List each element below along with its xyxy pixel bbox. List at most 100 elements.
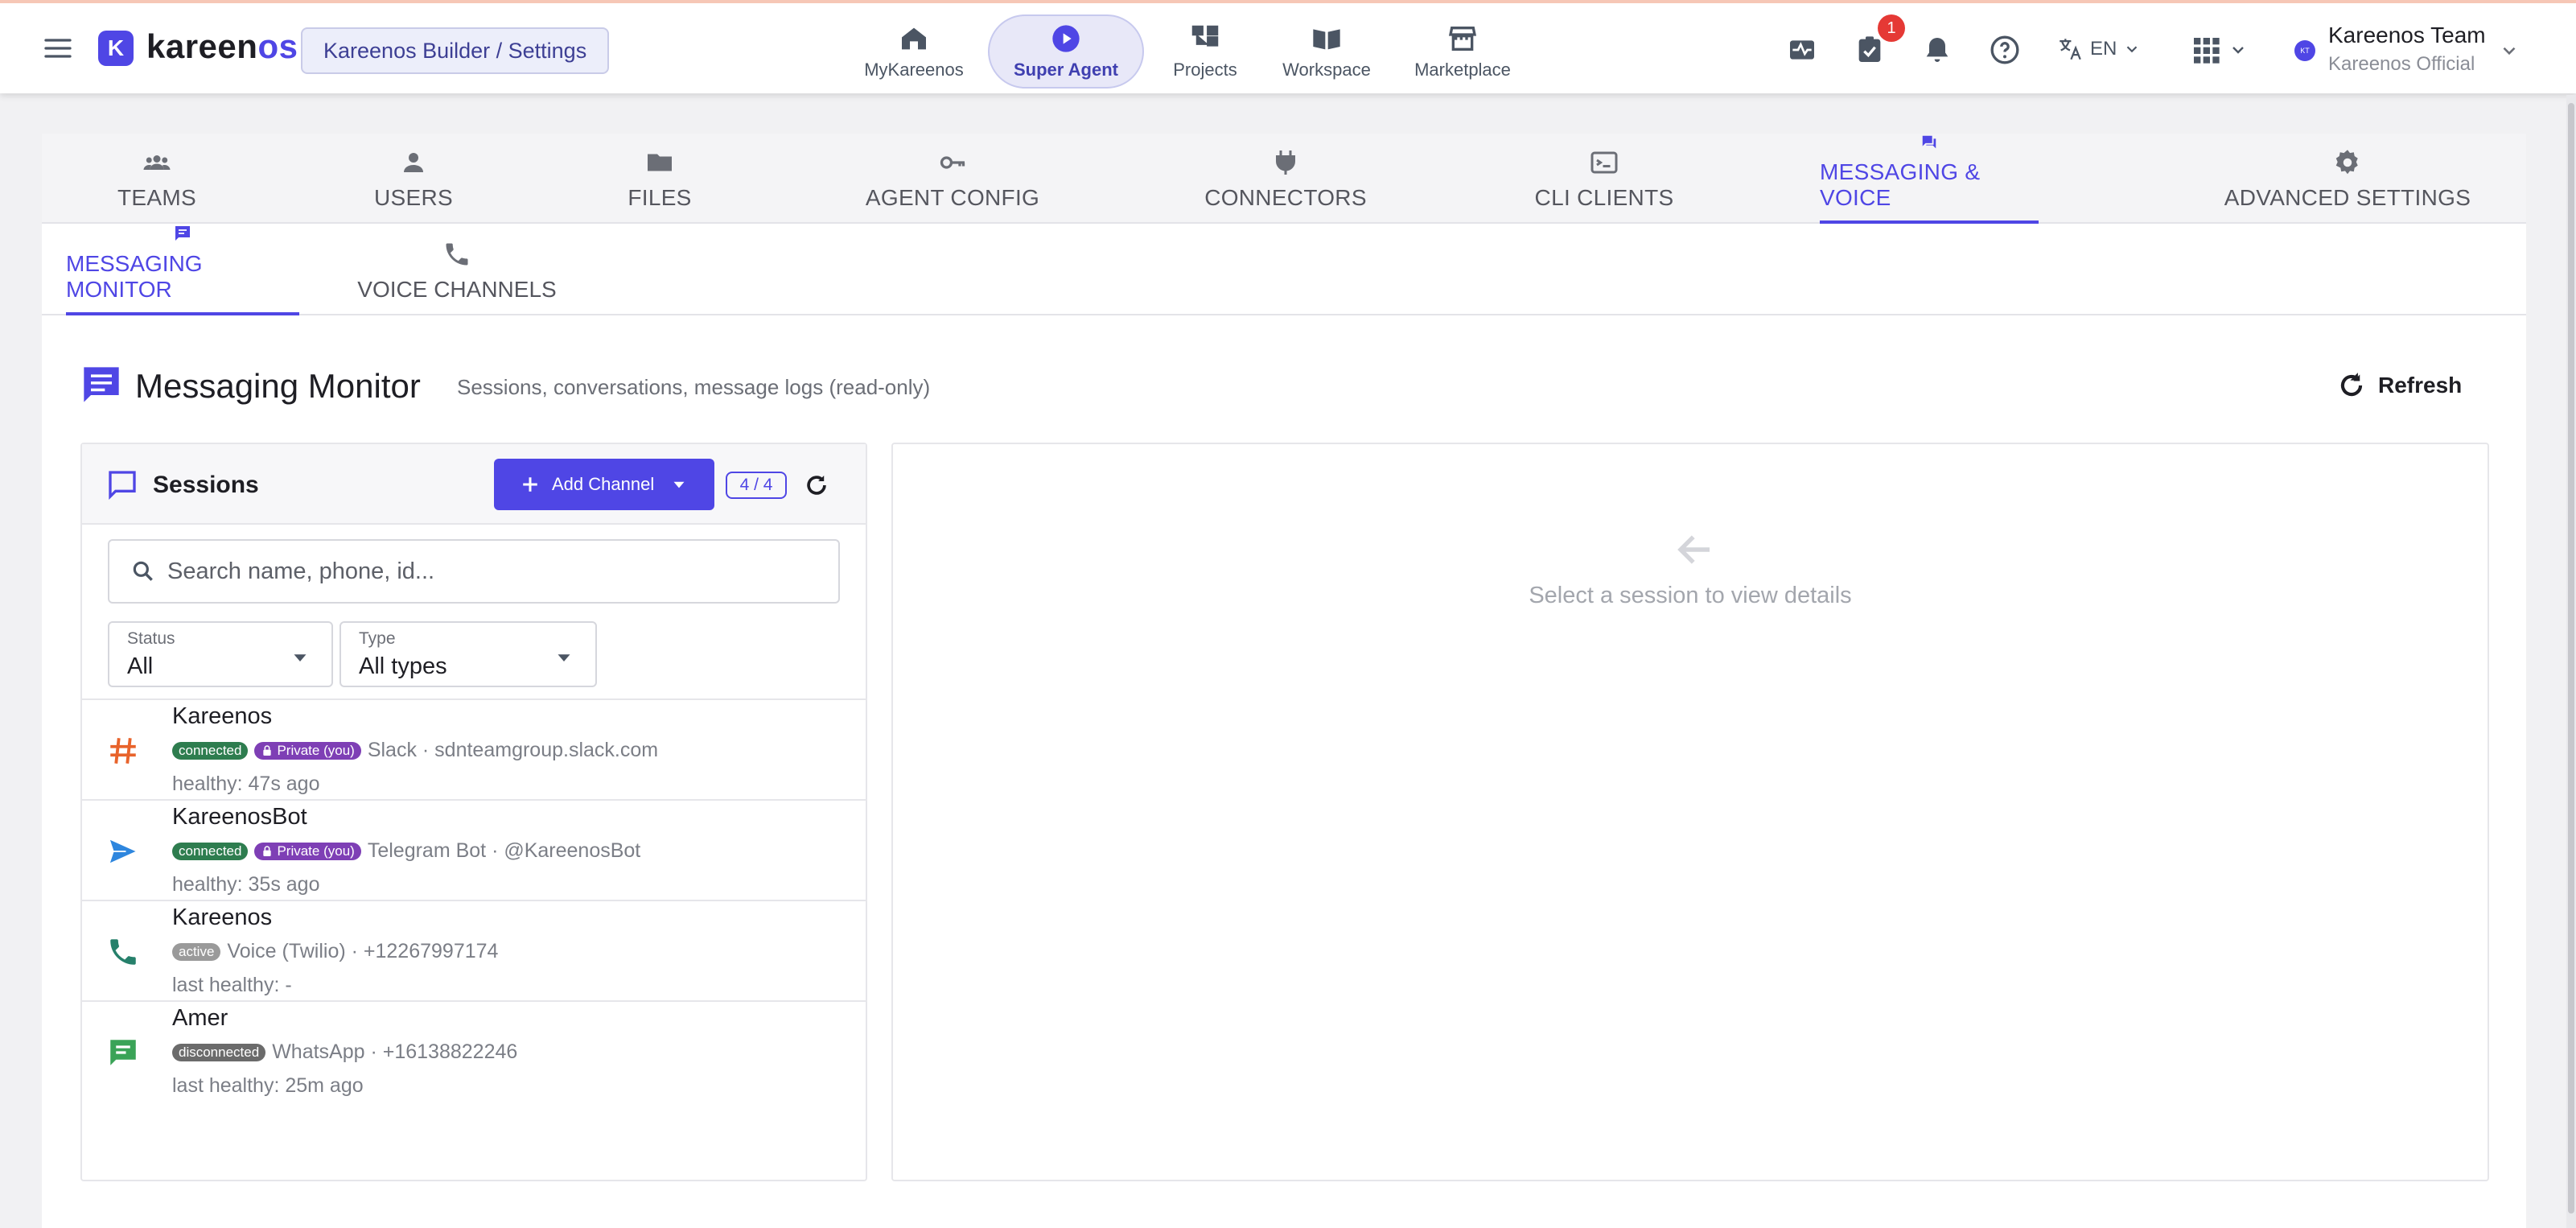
- caret-down-icon: [673, 481, 685, 488]
- user-name[interactable]: Kareenos Team: [2328, 23, 2486, 48]
- page-scrollbar[interactable]: [2566, 95, 2576, 1228]
- apps-grid-icon[interactable]: [2190, 34, 2222, 66]
- session-name: KareenosBot: [172, 804, 307, 830]
- session-detail: WhatsApp · +16138822246: [272, 1041, 518, 1063]
- nav-item-workspace[interactable]: Workspace: [1274, 14, 1379, 89]
- subtab-label: MESSAGING MONITOR: [66, 251, 203, 302]
- session-detail: Telegram Bot · @KareenosBot: [367, 839, 641, 862]
- avatar[interactable]: KT: [2294, 40, 2315, 61]
- tab-voice-channels[interactable]: VOICE CHANNELS: [352, 224, 562, 315]
- language-selector[interactable]: EN: [2056, 35, 2141, 63]
- chat-bubbles-icon: [1922, 135, 1936, 149]
- session-row[interactable]: Kareenos active Voice (Twilio) · +122679…: [82, 900, 866, 1000]
- messaging-subtabs: MESSAGING MONITOR VOICE CHANNELS: [42, 224, 2526, 315]
- caret-down-icon: [558, 654, 570, 661]
- nav-item-mykareenos[interactable]: MyKareenos: [859, 14, 969, 89]
- session-health: last healthy: 25m ago: [172, 1074, 364, 1097]
- breadcrumb[interactable]: Kareenos Builder / Settings: [301, 27, 610, 74]
- lock-icon: [263, 845, 272, 856]
- nav-item-super-agent[interactable]: Super Agent: [988, 14, 1144, 89]
- status-badge: active: [172, 942, 221, 961]
- bell-icon[interactable]: [1921, 34, 1953, 66]
- private-badge: Private (you): [254, 842, 361, 860]
- status-badge: disconnected: [172, 1043, 266, 1061]
- tab-label: CLI CLIENTS: [1534, 185, 1674, 210]
- translate-icon: [2060, 39, 2081, 60]
- activity-monitor-icon[interactable]: [1786, 34, 1818, 66]
- status-badge: connected: [172, 842, 249, 860]
- session-health: last healthy: -: [172, 974, 292, 996]
- menu-icon[interactable]: [42, 32, 74, 64]
- private-badge: Private (you): [254, 741, 361, 760]
- tab-label: ADVANCED SETTINGS: [2224, 185, 2471, 210]
- tab-label: TEAMS: [117, 185, 196, 210]
- tab-users[interactable]: USERS: [365, 134, 462, 224]
- session-row[interactable]: Kareenos connected Private (you) Slack ·…: [82, 698, 866, 799]
- logo-icon[interactable]: K: [98, 31, 134, 66]
- hierarchy-icon: [1191, 25, 1219, 47]
- nav-item-marketplace[interactable]: Marketplace: [1401, 14, 1524, 89]
- session-meta: connected Private (you) Telegram Bot · @…: [172, 839, 640, 863]
- tab-agent-config[interactable]: AGENT CONFIG: [859, 134, 1046, 224]
- session-row[interactable]: KareenosBot connected Private (you) Tele…: [82, 799, 866, 900]
- session-name: Kareenos: [172, 703, 273, 729]
- settings-tabs: TEAMS USERS FILES AGENT CONFIG CONNECTOR…: [42, 134, 2526, 224]
- search-box: [108, 539, 840, 604]
- chevron-down-icon[interactable]: [2228, 40, 2248, 60]
- nav-label: Marketplace: [1414, 60, 1511, 80]
- session-meta: connected Private (you) Slack · sdnteamg…: [172, 739, 658, 762]
- session-name: Amer: [172, 1005, 228, 1031]
- sessions-title: Sessions: [153, 472, 259, 498]
- session-row[interactable]: Amer disconnected WhatsApp · +1613882224…: [82, 1000, 866, 1101]
- tab-connectors[interactable]: CONNECTORS: [1189, 134, 1382, 224]
- refresh-icon[interactable]: [803, 472, 830, 499]
- tab-teams[interactable]: TEAMS: [105, 134, 209, 224]
- session-detail: Voice (Twilio) · +12267997174: [227, 940, 499, 962]
- session-details-panel: Select a session to view details: [891, 443, 2489, 1181]
- plug-icon: [1276, 150, 1295, 175]
- status-filter-label: Status: [127, 629, 175, 648]
- lock-icon: [263, 744, 272, 756]
- nav-item-projects[interactable]: Projects: [1158, 14, 1252, 89]
- session-health: healthy: 47s ago: [172, 773, 320, 795]
- language-label: EN: [2090, 38, 2117, 60]
- house-icon: [902, 27, 926, 50]
- page-subtitle: Sessions, conversations, message logs (r…: [457, 375, 931, 399]
- tab-messaging-voice[interactable]: MESSAGING & VOICE: [1820, 134, 2039, 224]
- session-meta: disconnected WhatsApp · +16138822246: [172, 1041, 517, 1064]
- sessions-panel: Sessions Add Channel 4 / 4 Status All Ty…: [80, 443, 867, 1181]
- session-detail: Slack · sdnteamgroup.slack.com: [367, 739, 659, 761]
- type-filter-label: Type: [359, 629, 396, 648]
- phone-icon: [446, 243, 468, 266]
- status-filter-value: All: [127, 653, 154, 679]
- nav-label: Super Agent: [1014, 60, 1118, 80]
- type-filter-select[interactable]: Type All types: [339, 621, 597, 687]
- session-name: Kareenos: [172, 905, 273, 930]
- open-book-icon: [1313, 29, 1340, 50]
- tab-messaging-monitor[interactable]: MESSAGING MONITOR: [66, 224, 299, 315]
- type-filter-value: All types: [359, 653, 447, 679]
- tab-advanced-settings[interactable]: ADVANCED SETTINGS: [2209, 134, 2486, 224]
- notification-badge: 1: [1878, 14, 1905, 42]
- tasks-icon[interactable]: [1854, 34, 1886, 66]
- tab-label: USERS: [374, 185, 453, 210]
- caret-down-icon: [294, 654, 307, 661]
- chevron-down-icon: [2127, 46, 2138, 53]
- tab-files[interactable]: FILES: [618, 134, 702, 224]
- tab-cli-clients[interactable]: CLI CLIENTS: [1516, 134, 1693, 224]
- session-health: healthy: 35s ago: [172, 873, 320, 896]
- refresh-button[interactable]: Refresh: [2336, 365, 2462, 406]
- status-badge: connected: [172, 741, 249, 760]
- add-channel-button[interactable]: Add Channel: [494, 459, 714, 510]
- nav-label: Projects: [1173, 60, 1237, 80]
- scrollbar-thumb[interactable]: [2568, 103, 2574, 1214]
- status-filter-select[interactable]: Status All: [108, 621, 333, 687]
- message-icon: [84, 367, 119, 402]
- brand-name[interactable]: kareenos: [146, 27, 298, 66]
- groups-icon: [143, 155, 171, 170]
- search-input[interactable]: [167, 558, 795, 585]
- help-icon[interactable]: [1989, 34, 2021, 66]
- plus-icon: [523, 477, 537, 492]
- chevron-down-icon[interactable]: [2499, 40, 2520, 61]
- key-icon: [940, 156, 965, 169]
